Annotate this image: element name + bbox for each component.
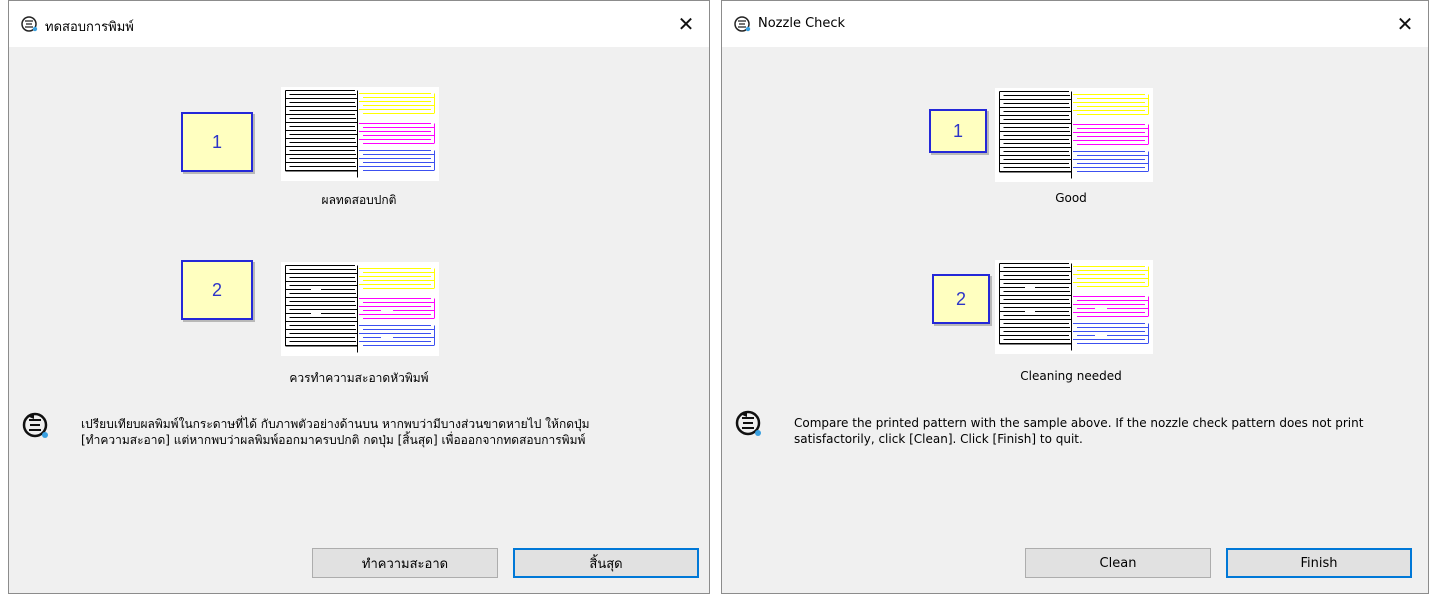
sample-2-number: 2 [181,260,253,320]
finish-button[interactable]: สิ้นสุด [513,548,699,578]
window-title: ทดสอบการพิมพ์ [45,20,134,35]
instruction-line-2: [ทำความสะอาด] แต่หากพบว่าผลพิมพ์ออกมาครบ… [81,433,586,447]
sample-1-caption: ผลทดสอบปกติ [321,193,397,207]
clean-button[interactable]: ทำความสะอาด [312,548,498,578]
printer-utility-icon [21,16,38,32]
cleaning-needed-pattern-image [281,262,439,356]
sample-2-caption: Cleaning needed [1020,369,1122,383]
instruction-line-1: เปรียบเทียบผลพิมพ์ในกระดาษที่ได้ กับภาพต… [81,417,590,431]
cleaning-needed-pattern-image [995,260,1153,354]
finish-button[interactable]: Finish [1226,548,1412,578]
sample-1-number: 1 [181,112,253,172]
title-bar: ทดสอบการพิมพ์ ✕ [9,1,709,47]
nozzle-check-dialog-english: Nozzle Check ✕ 1 Good 2 Cleaning needed … [721,0,1429,594]
close-button[interactable]: ✕ [1382,1,1428,47]
good-pattern-image [281,87,439,181]
printer-utility-icon [734,16,751,32]
sample-1-number: 1 [929,109,987,153]
nozzle-check-dialog-thai: ทดสอบการพิมพ์ ✕ 1 ผลทดสอบปกติ 2 ควรทำควา… [8,0,710,594]
clean-button[interactable]: Clean [1025,548,1211,578]
printer-guide-icon [735,410,761,436]
sample-1-caption: Good [1055,191,1087,205]
good-pattern-image [995,88,1153,182]
close-button[interactable]: ✕ [663,1,709,47]
instruction-line-2: satisfactorily, click [Clean]. Click [Fi… [794,432,1083,446]
sample-2-caption: ควรทำความสะอาดหัวพิมพ์ [289,371,429,385]
title-bar: Nozzle Check ✕ [722,1,1428,47]
printer-guide-icon [22,412,48,438]
instruction-text: Compare the printed pattern with the sam… [794,415,1424,447]
sample-2-number: 2 [932,274,990,324]
window-title: Nozzle Check [758,16,846,31]
instruction-text: เปรียบเทียบผลพิมพ์ในกระดาษที่ได้ กับภาพต… [81,416,701,448]
instruction-line-1: Compare the printed pattern with the sam… [794,416,1364,430]
